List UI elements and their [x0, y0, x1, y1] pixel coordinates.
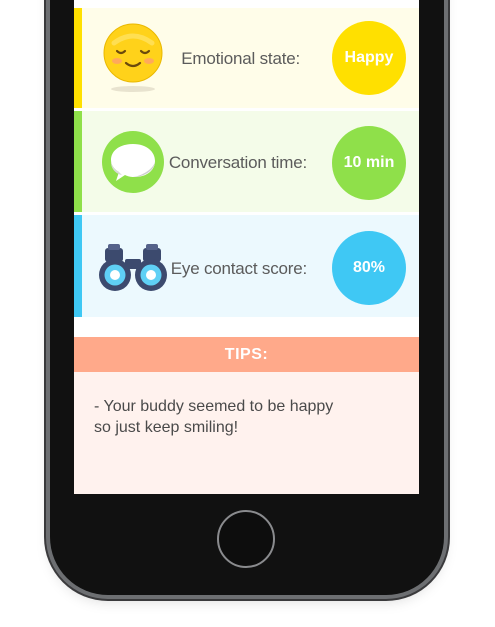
conversation-time-label: Conversation time: — [168, 153, 307, 172]
eye-contact-score-value-badge: 80% — [332, 231, 406, 305]
row-accent-stripe — [74, 8, 82, 108]
phone-screen: Emotional state: Happy Conversation time… — [74, 0, 419, 494]
emotional-state-value-badge: Happy — [332, 21, 406, 95]
metric-row-conversation-time: Conversation time: 10 min — [74, 111, 419, 212]
metric-row-emotional-state: Emotional state: Happy — [74, 8, 419, 108]
stage: Emotional state: Happy Conversation time… — [0, 0, 495, 627]
tips-panel: - Your buddy seemed to be happy so just … — [74, 372, 419, 494]
home-button[interactable] — [217, 510, 275, 568]
eye-contact-score-label: Eye contact score: — [170, 259, 307, 278]
conversation-time-value-badge: 10 min — [332, 126, 406, 200]
tips-header: TIPS: — [74, 337, 419, 372]
metric-row-eye-contact-score: Eye contact score: 80% — [74, 215, 419, 317]
row-accent-stripe — [74, 111, 82, 212]
emotional-state-label: Emotional state: — [181, 49, 300, 68]
phone-power-button — [445, 0, 450, 16]
tips-text: - Your buddy seemed to be happy so just … — [94, 398, 334, 436]
screen-top-strip — [74, 0, 419, 8]
row-accent-stripe — [74, 215, 82, 317]
